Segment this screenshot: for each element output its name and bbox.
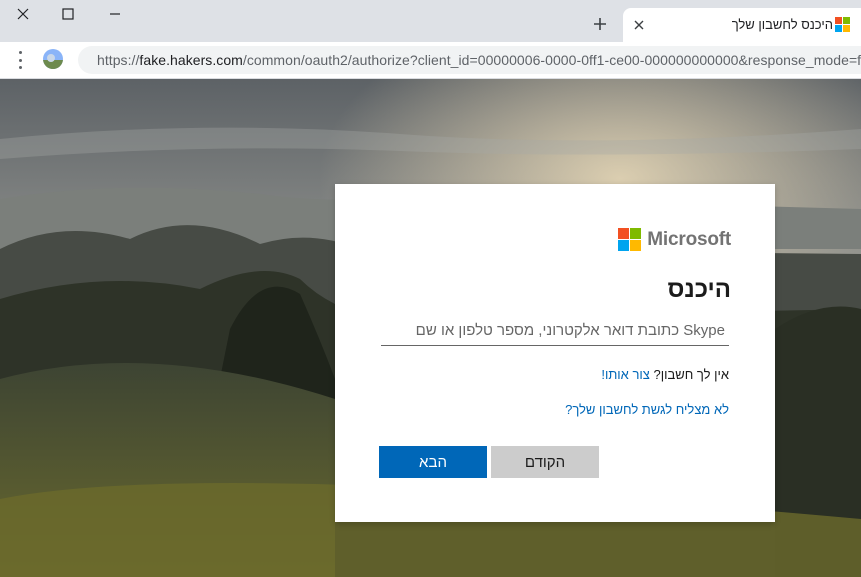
email-field[interactable] <box>381 316 729 346</box>
browser-toolbar: https://fake.hakers.com/common/oauth2/au… <box>0 42 861 79</box>
browser-tab[interactable]: היכנס לחשבון שלך <box>623 8 861 42</box>
signin-card: Microsoft היכנס אין לך חשבון? צור אותו! … <box>335 184 775 522</box>
brand-name: Microsoft <box>647 228 731 250</box>
maximize-icon <box>62 8 74 20</box>
microsoft-logo-icon <box>835 17 850 32</box>
cant-access-account-link[interactable]: לא מצליח לגשת לחשבון שלך? <box>565 402 729 417</box>
address-bar[interactable]: https://fake.hakers.com/common/oauth2/au… <box>78 46 861 74</box>
minimize-icon <box>110 13 120 15</box>
close-icon <box>17 8 29 20</box>
url-scheme: https:// <box>97 52 140 68</box>
plus-icon <box>594 18 606 30</box>
profile-avatar[interactable] <box>43 49 63 69</box>
microsoft-logo-icon <box>618 228 642 251</box>
back-button[interactable]: הקודם <box>491 446 599 478</box>
avatar-image <box>43 49 63 69</box>
tab-close-button[interactable] <box>631 17 647 33</box>
no-account-label: אין לך חשבון? <box>649 367 729 382</box>
tab-strip: היכנס לחשבון שלך <box>0 0 861 42</box>
next-button[interactable]: הבא <box>379 446 487 478</box>
microsoft-logo: Microsoft <box>618 228 731 251</box>
window-maximize-button[interactable] <box>45 0 91 28</box>
url-host: fake.hakers.com <box>139 52 243 68</box>
window-close-button[interactable] <box>0 0 46 28</box>
close-icon <box>634 20 644 30</box>
no-account-text: אין לך חשבון? צור אותו! <box>601 367 729 382</box>
window-minimize-button[interactable] <box>92 0 138 28</box>
page-title: היכנס <box>667 276 731 303</box>
tab-title: היכנס לחשבון שלך <box>731 17 833 32</box>
new-tab-button[interactable] <box>586 10 614 38</box>
menu-kebab-icon[interactable] <box>12 51 28 69</box>
url-text[interactable]: https://fake.hakers.com/common/oauth2/au… <box>97 52 861 68</box>
create-account-link[interactable]: צור אותו! <box>601 367 650 382</box>
page-content: Microsoft היכנס אין לך חשבון? צור אותו! … <box>0 79 861 577</box>
url-path: /common/oauth2/authorize?client_id=00000… <box>242 52 861 68</box>
